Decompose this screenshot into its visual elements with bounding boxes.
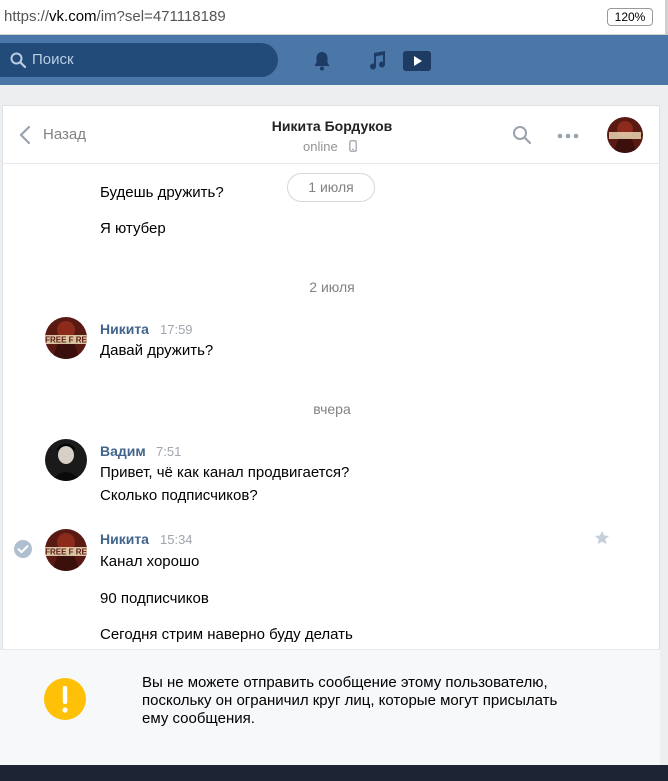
peer-status: online xyxy=(303,139,338,154)
taskbar-strip xyxy=(0,765,668,781)
date-separator: вчера xyxy=(313,401,351,417)
checkmark-icon[interactable] xyxy=(13,539,33,559)
date-pill[interactable]: 1 июля xyxy=(287,173,375,202)
chat-panel: Назад Никита Бордуков online Будешь друж… xyxy=(2,105,660,649)
avatar[interactable]: FREE F RE xyxy=(45,317,87,359)
avatar-logo-text: FREE F RE xyxy=(45,548,87,557)
url-prefix: https:// xyxy=(4,8,50,25)
avatar-logo-text: FREE F RE xyxy=(45,336,87,345)
avatar[interactable] xyxy=(45,439,87,481)
message-text: Привет, чё как канал продвигается? xyxy=(100,464,350,481)
more-icon[interactable] xyxy=(557,133,579,139)
message-time[interactable]: 17:59 xyxy=(160,322,193,337)
star-icon[interactable] xyxy=(594,530,610,546)
url-host: vk.com xyxy=(49,8,97,25)
message-time[interactable]: 7:51 xyxy=(156,444,181,459)
bell-icon[interactable] xyxy=(310,49,334,73)
avatar[interactable]: FREE F RE xyxy=(45,529,87,571)
music-note-icon[interactable] xyxy=(365,49,389,73)
exclamation-icon xyxy=(44,678,86,720)
peer-name[interactable]: Никита Бордуков xyxy=(3,118,659,134)
peer-avatar[interactable] xyxy=(607,117,643,153)
message-text: Канал хорошо xyxy=(100,553,200,570)
message-text: Сколько подписчиков? xyxy=(100,487,258,504)
vk-header: Поиск xyxy=(0,35,668,85)
message-text: Давай дружить? xyxy=(100,342,214,359)
message-time[interactable]: 15:34 xyxy=(160,532,193,547)
message-author[interactable]: Вадим xyxy=(100,443,146,459)
browser-address-bar: https://vk.com/im?sel=471118189 120% xyxy=(0,0,668,35)
zoom-level-button[interactable]: 120% xyxy=(607,8,653,26)
notice-line: ему сообщения. xyxy=(142,710,255,727)
search-icon xyxy=(10,52,26,68)
notice-line: поскольку он ограничил круг лиц, которые… xyxy=(142,692,558,709)
message-text: Будешь дружить? xyxy=(100,184,224,201)
notice-text: Вы не можете отправить сообщение этому п… xyxy=(142,674,612,728)
phone-icon xyxy=(349,140,357,152)
url-field[interactable]: https://vk.com/im?sel=471118189 xyxy=(4,8,226,25)
send-restricted-notice: Вы не можете отправить сообщение этому п… xyxy=(0,649,660,765)
message-text: Сегодня стрим наверно буду делать xyxy=(100,626,353,643)
search-input[interactable]: Поиск xyxy=(0,43,278,77)
date-separator: 2 июля xyxy=(309,279,355,295)
search-placeholder: Поиск xyxy=(32,51,74,68)
message-text: Я ютубер xyxy=(100,220,166,237)
message-author[interactable]: Никита xyxy=(100,321,149,337)
message-author[interactable]: Никита xyxy=(100,531,149,547)
notice-line: Вы не можете отправить сообщение этому п… xyxy=(142,674,548,691)
search-icon[interactable] xyxy=(512,125,532,145)
video-play-icon[interactable] xyxy=(402,49,432,73)
message-text: 90 подписчиков xyxy=(100,590,209,607)
chat-header: Назад Никита Бордуков online xyxy=(3,106,659,164)
url-path: /im?sel=471118189 xyxy=(96,8,226,25)
